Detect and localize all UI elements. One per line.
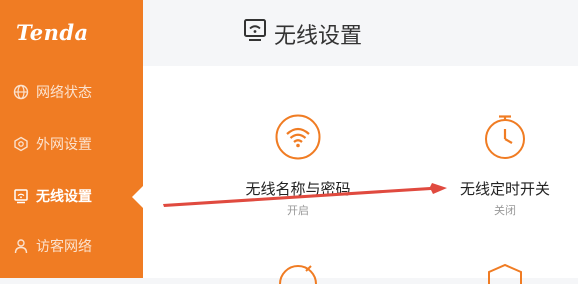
wifi-name-password-card[interactable]: 无线名称与密码 开启: [208, 66, 388, 217]
wifi-timer-card[interactable]: 无线定时开关 关闭: [415, 66, 578, 217]
sidebar-item-network-status[interactable]: 网络状态: [0, 72, 143, 112]
main-content: 无线名称与密码 开启 无线定时开关 关闭: [143, 66, 578, 284]
partial-card-icon: [279, 265, 317, 284]
sidebar-item-label: 无线设置: [36, 189, 92, 205]
card-title: 无线定时开关: [459, 180, 550, 198]
wifi-settings-icon: [14, 189, 28, 204]
sidebar-item-label: 访客网络: [36, 239, 92, 255]
user-icon: [14, 239, 28, 254]
sidebar-item-label: 外网设置: [36, 137, 92, 153]
sidebar-item-wan-settings[interactable]: 外网设置: [0, 124, 143, 164]
status-text: 开启: [287, 204, 309, 217]
wifi-settings-icon: [244, 19, 266, 41]
network-icon: [14, 136, 28, 152]
sidebar-item-label: 网络状态: [36, 85, 92, 101]
globe-icon: [13, 84, 29, 100]
active-indicator: [132, 186, 143, 208]
sidebar-item-guest-network[interactable]: 访客网络: [0, 226, 143, 266]
page-header: 无线设置: [143, 0, 578, 66]
tenda-logo: Tenda: [16, 20, 89, 45]
sidebar-item-wireless-settings[interactable]: 无线设置: [0, 176, 143, 216]
card-title: 无线名称与密码: [245, 180, 351, 198]
status-text: 关闭: [494, 204, 516, 217]
page-title: 无线设置: [274, 24, 363, 49]
wifi-icon: [275, 114, 321, 160]
sidebar: Tenda 网络状态 外网设置 无线设置 访客网络: [0, 0, 143, 278]
timer-icon: [485, 115, 525, 159]
shield-icon: [488, 263, 522, 284]
